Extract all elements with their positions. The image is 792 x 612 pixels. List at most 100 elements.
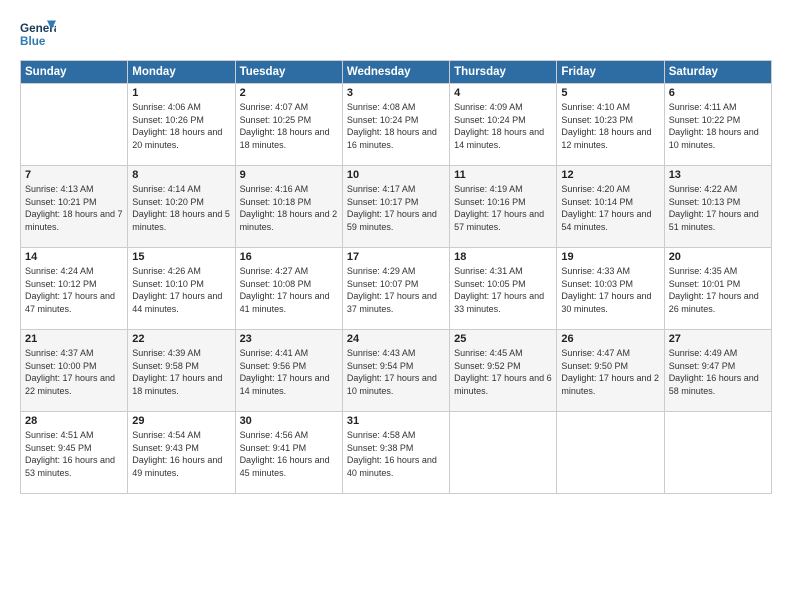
calendar-cell: 26 Sunrise: 4:47 AM Sunset: 9:50 PM Dayli… [557,330,664,412]
calendar-cell: 19 Sunrise: 4:33 AM Sunset: 10:03 PM Dayl… [557,248,664,330]
day-number: 4 [454,87,552,99]
day-number: 20 [669,251,767,263]
cell-details: Sunrise: 4:31 AM Sunset: 10:05 PM Daylig… [454,265,552,315]
calendar-week-row: 14 Sunrise: 4:24 AM Sunset: 10:12 PM Dayl… [21,248,772,330]
day-number: 31 [347,415,445,427]
cell-details: Sunrise: 4:20 AM Sunset: 10:14 PM Daylig… [561,183,659,233]
cell-details: Sunrise: 4:06 AM Sunset: 10:26 PM Daylig… [132,101,230,151]
day-number: 5 [561,87,659,99]
day-number: 30 [240,415,338,427]
cell-details: Sunrise: 4:47 AM Sunset: 9:50 PM Dayligh… [561,347,659,397]
page-header: General Blue [20,16,772,52]
calendar-cell [21,84,128,166]
logo-icon: General Blue [20,16,56,52]
cell-details: Sunrise: 4:11 AM Sunset: 10:22 PM Daylig… [669,101,767,151]
calendar-cell: 1 Sunrise: 4:06 AM Sunset: 10:26 PM Dayli… [128,84,235,166]
calendar-week-row: 1 Sunrise: 4:06 AM Sunset: 10:26 PM Dayli… [21,84,772,166]
cell-details: Sunrise: 4:16 AM Sunset: 10:18 PM Daylig… [240,183,338,233]
cell-details: Sunrise: 4:10 AM Sunset: 10:23 PM Daylig… [561,101,659,151]
cell-details: Sunrise: 4:41 AM Sunset: 9:56 PM Dayligh… [240,347,338,397]
day-number: 15 [132,251,230,263]
day-number: 9 [240,169,338,181]
cell-details: Sunrise: 4:51 AM Sunset: 9:45 PM Dayligh… [25,429,123,479]
calendar-header-row: SundayMondayTuesdayWednesdayThursdayFrid… [21,61,772,84]
cell-details: Sunrise: 4:24 AM Sunset: 10:12 PM Daylig… [25,265,123,315]
day-number: 7 [25,169,123,181]
calendar-week-row: 28 Sunrise: 4:51 AM Sunset: 9:45 PM Dayli… [21,412,772,494]
calendar-week-row: 7 Sunrise: 4:13 AM Sunset: 10:21 PM Dayli… [21,166,772,248]
calendar-cell: 24 Sunrise: 4:43 AM Sunset: 9:54 PM Dayli… [342,330,449,412]
column-header-sunday: Sunday [21,61,128,84]
column-header-saturday: Saturday [664,61,771,84]
calendar-week-row: 21 Sunrise: 4:37 AM Sunset: 10:00 PM Dayl… [21,330,772,412]
cell-details: Sunrise: 4:17 AM Sunset: 10:17 PM Daylig… [347,183,445,233]
calendar-cell: 6 Sunrise: 4:11 AM Sunset: 10:22 PM Dayli… [664,84,771,166]
day-number: 13 [669,169,767,181]
cell-details: Sunrise: 4:19 AM Sunset: 10:16 PM Daylig… [454,183,552,233]
cell-details: Sunrise: 4:27 AM Sunset: 10:08 PM Daylig… [240,265,338,315]
calendar-cell: 20 Sunrise: 4:35 AM Sunset: 10:01 PM Dayl… [664,248,771,330]
cell-details: Sunrise: 4:26 AM Sunset: 10:10 PM Daylig… [132,265,230,315]
day-number: 2 [240,87,338,99]
day-number: 1 [132,87,230,99]
day-number: 26 [561,333,659,345]
cell-details: Sunrise: 4:29 AM Sunset: 10:07 PM Daylig… [347,265,445,315]
cell-details: Sunrise: 4:13 AM Sunset: 10:21 PM Daylig… [25,183,123,233]
cell-details: Sunrise: 4:54 AM Sunset: 9:43 PM Dayligh… [132,429,230,479]
calendar-cell: 28 Sunrise: 4:51 AM Sunset: 9:45 PM Dayli… [21,412,128,494]
cell-details: Sunrise: 4:22 AM Sunset: 10:13 PM Daylig… [669,183,767,233]
calendar-cell: 30 Sunrise: 4:56 AM Sunset: 9:41 PM Dayli… [235,412,342,494]
calendar-cell: 22Sunrise: 4:39 AM Sunset: 9:58 PM Dayli… [128,330,235,412]
cell-details: Sunrise: 4:33 AM Sunset: 10:03 PM Daylig… [561,265,659,315]
cell-details: Sunrise: 4:35 AM Sunset: 10:01 PM Daylig… [669,265,767,315]
day-number: 27 [669,333,767,345]
day-number: 25 [454,333,552,345]
calendar-cell: 18Sunrise: 4:31 AM Sunset: 10:05 PM Dayl… [450,248,557,330]
calendar-cell: 13 Sunrise: 4:22 AM Sunset: 10:13 PM Dayl… [664,166,771,248]
calendar-table: SundayMondayTuesdayWednesdayThursdayFrid… [20,60,772,494]
calendar-cell [557,412,664,494]
day-number: 10 [347,169,445,181]
calendar-cell: 31 Sunrise: 4:58 AM Sunset: 9:38 PM Dayli… [342,412,449,494]
calendar-cell: 23 Sunrise: 4:41 AM Sunset: 9:56 PM Dayli… [235,330,342,412]
calendar-body: 1 Sunrise: 4:06 AM Sunset: 10:26 PM Dayli… [21,84,772,494]
calendar-cell: 2 Sunrise: 4:07 AM Sunset: 10:25 PM Dayli… [235,84,342,166]
calendar-cell: 27 Sunrise: 4:49 AM Sunset: 9:47 PM Dayli… [664,330,771,412]
day-number: 8 [132,169,230,181]
calendar-cell: 17 Sunrise: 4:29 AM Sunset: 10:07 PM Dayl… [342,248,449,330]
calendar-cell: 10 Sunrise: 4:17 AM Sunset: 10:17 PM Dayl… [342,166,449,248]
cell-details: Sunrise: 4:49 AM Sunset: 9:47 PM Dayligh… [669,347,767,397]
day-number: 14 [25,251,123,263]
day-number: 19 [561,251,659,263]
column-header-monday: Monday [128,61,235,84]
calendar-cell: 3Sunrise: 4:08 AM Sunset: 10:24 PM Dayli… [342,84,449,166]
calendar-cell: 25 Sunrise: 4:45 AM Sunset: 9:52 PM Dayli… [450,330,557,412]
cell-details: Sunrise: 4:45 AM Sunset: 9:52 PM Dayligh… [454,347,552,397]
day-number: 24 [347,333,445,345]
calendar-cell: 21 Sunrise: 4:37 AM Sunset: 10:00 PM Dayl… [21,330,128,412]
day-number: 17 [347,251,445,263]
day-number: 6 [669,87,767,99]
cell-details: Sunrise: 4:08 AM Sunset: 10:24 PM Daylig… [347,101,445,151]
cell-details: Sunrise: 4:39 AM Sunset: 9:58 PM Dayligh… [132,347,230,397]
calendar-cell: 11Sunrise: 4:19 AM Sunset: 10:16 PM Dayl… [450,166,557,248]
cell-details: Sunrise: 4:43 AM Sunset: 9:54 PM Dayligh… [347,347,445,397]
cell-details: Sunrise: 4:07 AM Sunset: 10:25 PM Daylig… [240,101,338,151]
day-number: 16 [240,251,338,263]
day-number: 12 [561,169,659,181]
cell-details: Sunrise: 4:37 AM Sunset: 10:00 PM Daylig… [25,347,123,397]
calendar-cell [450,412,557,494]
svg-text:Blue: Blue [20,35,46,48]
calendar-cell: 4Sunrise: 4:09 AM Sunset: 10:24 PM Dayli… [450,84,557,166]
calendar-cell: 15 Sunrise: 4:26 AM Sunset: 10:10 PM Dayl… [128,248,235,330]
calendar-cell: 7 Sunrise: 4:13 AM Sunset: 10:21 PM Dayli… [21,166,128,248]
day-number: 28 [25,415,123,427]
day-number: 23 [240,333,338,345]
cell-details: Sunrise: 4:58 AM Sunset: 9:38 PM Dayligh… [347,429,445,479]
calendar-cell [664,412,771,494]
calendar-cell: 12 Sunrise: 4:20 AM Sunset: 10:14 PM Dayl… [557,166,664,248]
day-number: 21 [25,333,123,345]
calendar-cell: 29Sunrise: 4:54 AM Sunset: 9:43 PM Dayli… [128,412,235,494]
cell-details: Sunrise: 4:56 AM Sunset: 9:41 PM Dayligh… [240,429,338,479]
calendar-cell: 8Sunrise: 4:14 AM Sunset: 10:20 PM Dayli… [128,166,235,248]
